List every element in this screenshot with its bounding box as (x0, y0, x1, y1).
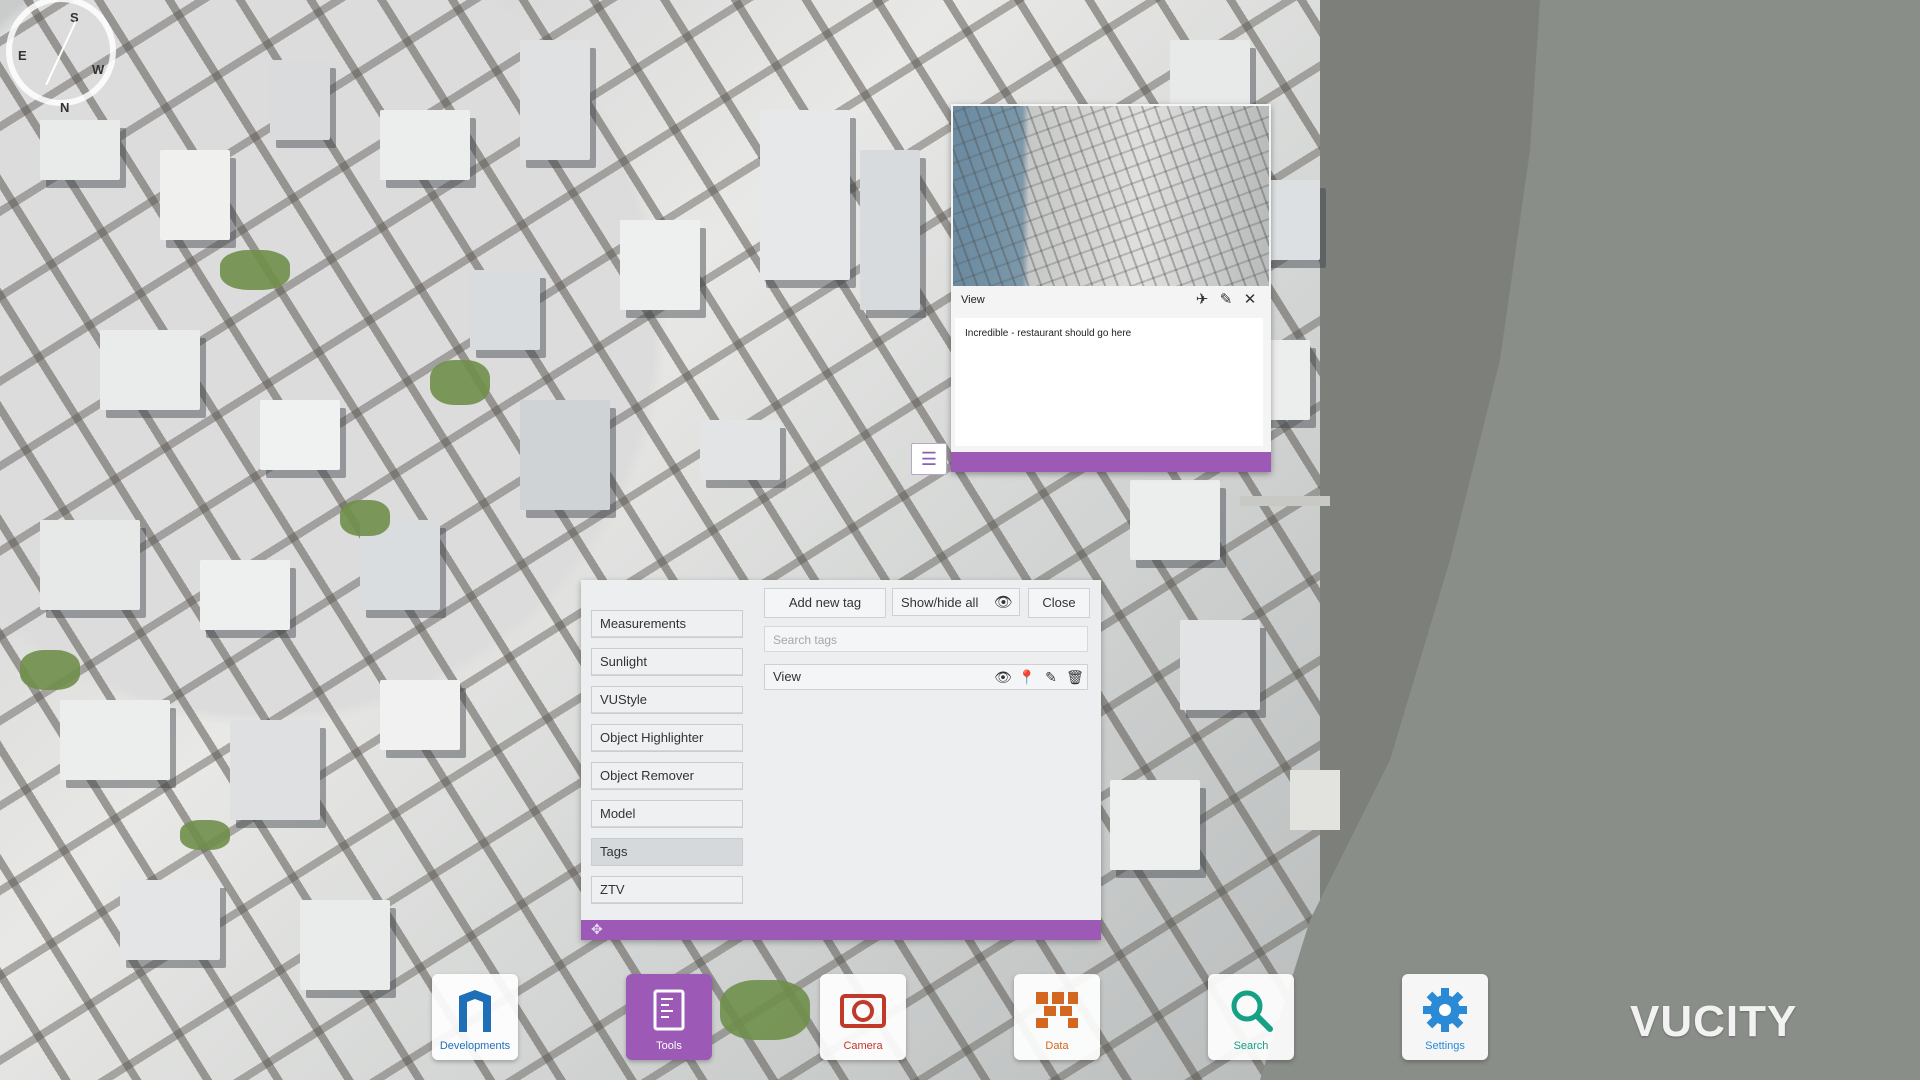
data-label: Data (1045, 1040, 1069, 1052)
close-icon[interactable]: ✕ (1241, 290, 1259, 308)
menu-item-tags[interactable]: Tags (591, 838, 743, 866)
tools-label: Tools (656, 1040, 682, 1052)
panel-footer-bar[interactable]: ✥ (581, 920, 1101, 940)
eye-icon: 👁 (993, 594, 1013, 611)
settings-button[interactable]: Settings (1402, 974, 1488, 1060)
edit-icon[interactable]: ✎ (1217, 290, 1235, 308)
compass-needle-icon (45, 20, 77, 86)
eye-icon[interactable]: 👁 (993, 665, 1013, 689)
popup-menu-handle-icon[interactable]: ☰ (911, 443, 947, 475)
tag-popup-title: View (961, 294, 985, 306)
menu-item-ztv[interactable]: ZTV (591, 876, 743, 904)
settings-label: Settings (1425, 1040, 1465, 1052)
trash-icon[interactable]: 🗑 (1065, 665, 1085, 689)
menu-item-measurements[interactable]: Measurements (591, 610, 743, 638)
search-tags-input[interactable]: Search tags (764, 626, 1088, 652)
menu-item-sunlight[interactable]: Sunlight (591, 648, 743, 676)
developments-button[interactable]: Developments (432, 974, 518, 1060)
camera-icon (840, 994, 886, 1028)
tag-view-thumbnail (953, 106, 1269, 286)
show-hide-all-label: Show/hide all (901, 595, 979, 610)
tools-menu: Measurements Sunlight VUStyle Object Hig… (591, 610, 743, 914)
data-icon (1036, 992, 1078, 1028)
tag-popup: View ✈ ✎ ✕ Incredible - restaurant shoul… (951, 104, 1271, 472)
tag-row[interactable]: View 👁 📍 ✎ 🗑 (764, 664, 1088, 690)
add-new-tag-button[interactable]: Add new tag (764, 588, 886, 618)
move-icon[interactable]: ✥ (591, 921, 603, 938)
popup-footer-bar (951, 452, 1271, 472)
search-label: Search (1233, 1040, 1269, 1052)
location-icon[interactable]: 📍 (1017, 665, 1037, 689)
data-button[interactable]: Data (1014, 974, 1100, 1060)
search-button[interactable]: Search (1208, 974, 1294, 1060)
compass[interactable]: S E W N (6, 0, 116, 115)
compass-east-label: E (18, 48, 27, 63)
camera-label: Camera (843, 1040, 883, 1052)
tag-note-text: Incredible - restaurant should go here (955, 318, 1263, 446)
vucity-logo: VUCITY (1630, 997, 1798, 1046)
menu-item-object-highlighter[interactable]: Object Highlighter (591, 724, 743, 752)
compass-north-label: N (60, 100, 70, 115)
tools-icon (653, 989, 685, 1031)
search-icon (1231, 990, 1273, 1032)
pin-icon[interactable]: ✈ (1193, 290, 1211, 308)
tools-button[interactable]: Tools (626, 974, 712, 1060)
tag-name: View (773, 669, 801, 684)
tools-panel: Measurements Sunlight VUStyle Object Hig… (581, 580, 1101, 940)
close-button[interactable]: Close (1028, 588, 1090, 618)
camera-button[interactable]: Camera (820, 974, 906, 1060)
developments-label: Developments (439, 1040, 511, 1052)
menu-item-model[interactable]: Model (591, 800, 743, 828)
menu-item-object-remover[interactable]: Object Remover (591, 762, 743, 790)
settings-icon (1423, 988, 1467, 1032)
compass-west-label: W (92, 62, 105, 77)
show-hide-all-button[interactable]: Show/hide all 👁 (892, 588, 1020, 616)
developments-icon (459, 990, 491, 1032)
edit-icon[interactable]: ✎ (1041, 665, 1061, 689)
menu-item-vustyle[interactable]: VUStyle (591, 686, 743, 714)
